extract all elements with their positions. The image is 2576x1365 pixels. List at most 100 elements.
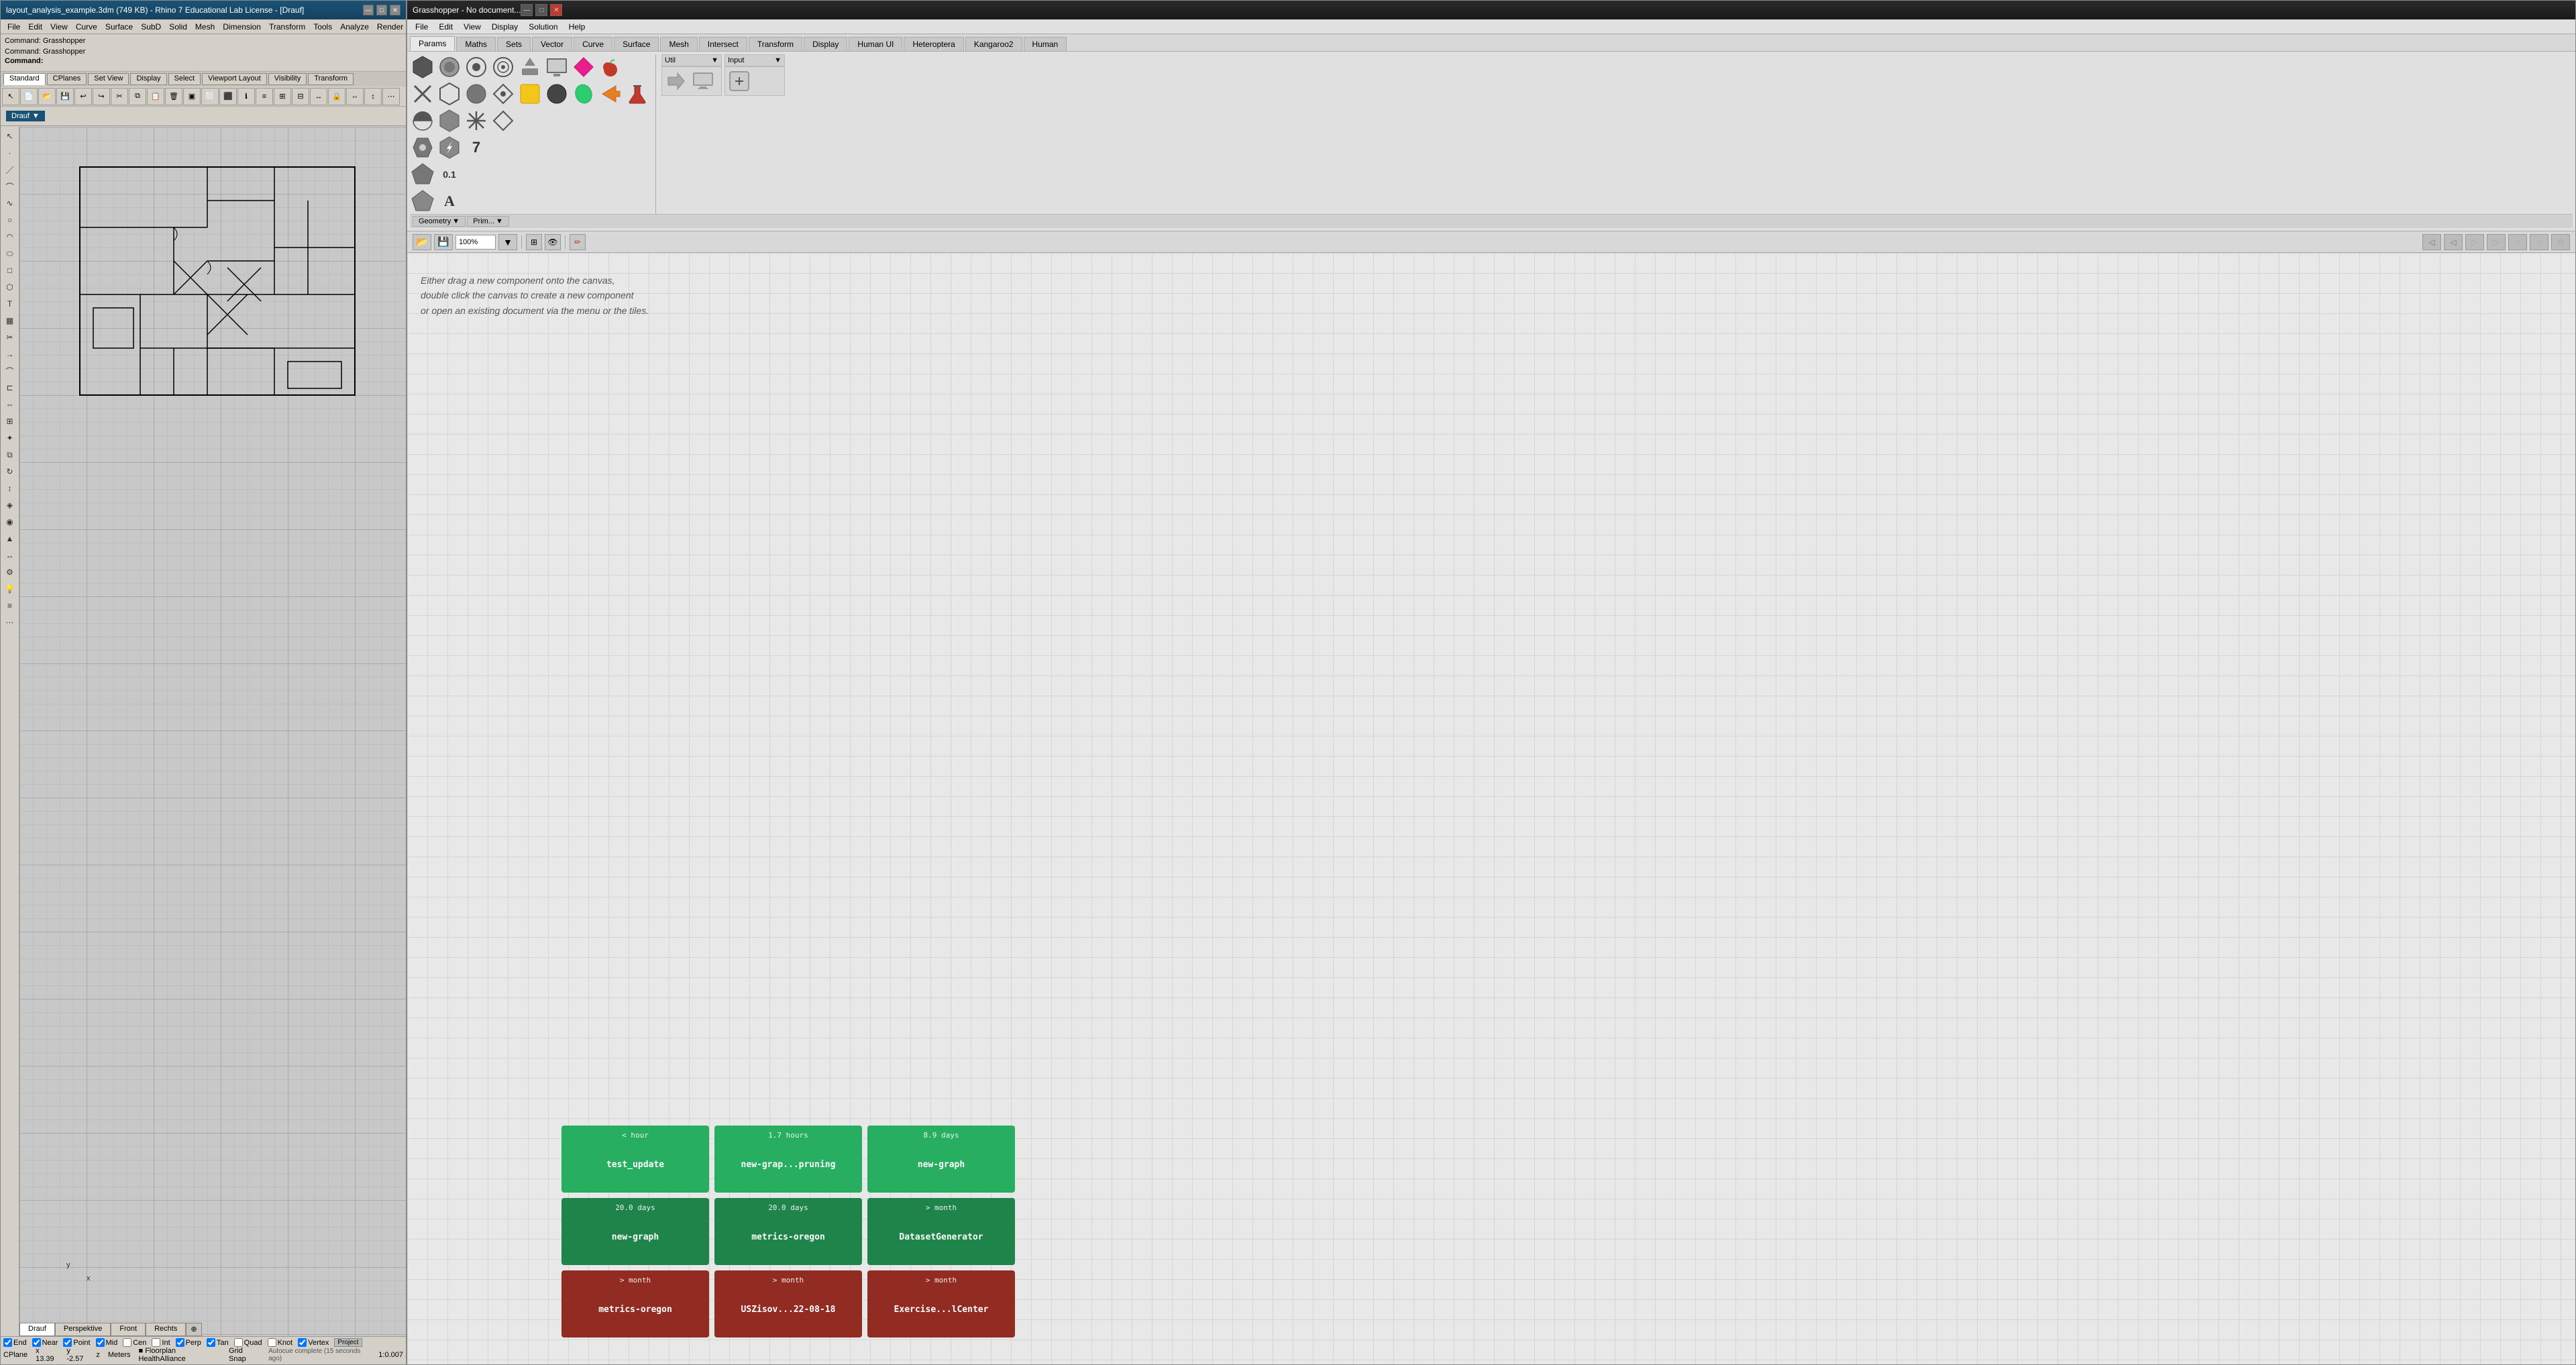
viewport-tab-drauf[interactable]: Drauf	[19, 1323, 55, 1336]
left-tool-mirror[interactable]: ⇔	[2, 396, 18, 413]
gh-tab-mesh[interactable]: Mesh	[660, 37, 697, 51]
left-tool-mesh[interactable]: ▲	[2, 531, 18, 547]
gh-param-halfcircle-icon[interactable]	[410, 108, 435, 133]
gh-tile-new-graph2[interactable]: 20.0 days new-graph	[561, 1198, 709, 1265]
gh-nav-back2-btn[interactable]: ◁	[2444, 234, 2463, 250]
project-btn[interactable]: Project	[334, 1338, 362, 1347]
gh-minimize-btn[interactable]: —	[521, 4, 533, 16]
gh-tab-human-ui[interactable]: Human UI	[849, 37, 902, 51]
gh-param-orange-arrow-icon[interactable]	[598, 81, 623, 107]
tool-scale[interactable]: ↕	[364, 88, 382, 105]
left-tool-text[interactable]: T	[2, 296, 18, 312]
rhino-command-prompt[interactable]: Command:	[5, 57, 402, 65]
gh-tab-sets[interactable]: Sets	[497, 37, 531, 51]
gh-canvas-save-btn[interactable]: 💾	[434, 234, 453, 250]
gh-param-pentagon2-icon[interactable]	[410, 188, 435, 214]
gh-param-display-icon[interactable]	[544, 54, 570, 80]
left-tool-circle[interactable]: ○	[2, 212, 18, 228]
rhino-close-btn[interactable]: ✕	[390, 5, 400, 15]
gh-nav-circle2-btn[interactable]: ○	[2530, 234, 2548, 250]
gh-param-circle1-icon[interactable]	[437, 54, 462, 80]
gh-zoom-input[interactable]	[455, 235, 496, 250]
rhino-menu-solid[interactable]: Solid	[165, 21, 191, 33]
gh-param-star-icon[interactable]	[464, 108, 489, 133]
gh-param-diamond-dot-icon[interactable]	[490, 81, 516, 107]
gh-param-hex-outline-icon[interactable]	[437, 81, 462, 107]
gh-param-circle-filled-icon[interactable]	[464, 81, 489, 107]
gh-tile-uszisov[interactable]: > month USZisov...22-08-18	[714, 1270, 862, 1337]
snap-quad[interactable]: Quad	[234, 1338, 262, 1347]
gh-param-berry-icon[interactable]	[598, 54, 623, 80]
snap-perp[interactable]: Perp	[176, 1338, 201, 1347]
snap-end[interactable]: End	[3, 1338, 27, 1347]
left-tool-select[interactable]: ↖	[2, 128, 18, 144]
tool-redo[interactable]: ↪	[93, 88, 110, 105]
gh-tab-transform[interactable]: Transform	[749, 37, 802, 51]
left-tool-copy[interactable]: ⧉	[2, 447, 18, 463]
gh-canvas-eraser-btn[interactable]: ✏	[570, 234, 586, 250]
left-tool-polygon[interactable]: ⬡	[2, 279, 18, 295]
gh-param-geo-icon[interactable]	[410, 54, 435, 80]
left-tool-point[interactable]: ·	[2, 145, 18, 161]
gh-tile-metrics-oregon2[interactable]: > month metrics-oregon	[561, 1270, 709, 1337]
gh-param-circle2-icon[interactable]	[464, 54, 489, 80]
snap-near-checkbox[interactable]	[32, 1338, 41, 1347]
gh-param-gear-icon[interactable]	[410, 135, 435, 160]
left-tool-render[interactable]: 💡	[2, 581, 18, 597]
left-tool-solid[interactable]: ◈	[2, 497, 18, 513]
snap-point-checkbox[interactable]	[63, 1338, 72, 1347]
rhino-menu-subd[interactable]: SubD	[137, 21, 165, 33]
gh-tile-exercise-center[interactable]: > month Exercise...lCenter	[867, 1270, 1015, 1337]
left-tool-rotate[interactable]: ↻	[2, 463, 18, 480]
snap-near[interactable]: Near	[32, 1338, 58, 1347]
gh-tab-kangaroo2[interactable]: Kangaroo2	[965, 37, 1022, 51]
left-tool-line[interactable]: ／	[2, 162, 18, 178]
left-tool-trim[interactable]: ✂	[2, 329, 18, 345]
viewport-tab-rechts[interactable]: Rechts	[146, 1323, 186, 1336]
rhino-menu-file[interactable]: File	[3, 21, 24, 33]
snap-end-checkbox[interactable]	[3, 1338, 12, 1347]
rhino-tab-visibility[interactable]: Visibility	[268, 73, 307, 85]
snap-point[interactable]: Point	[63, 1338, 90, 1347]
snap-cen-checkbox[interactable]	[123, 1338, 131, 1347]
gh-param-text-a-icon[interactable]: A	[437, 188, 462, 214]
tool-more1[interactable]: ⋯	[382, 88, 400, 105]
tool-cursor[interactable]: ↖	[2, 88, 19, 105]
gh-tab-params[interactable]: Params	[410, 36, 455, 51]
gh-param-hex2-icon[interactable]	[437, 108, 462, 133]
rhino-menu-surface[interactable]: Surface	[101, 21, 137, 33]
rhino-menu-transform[interactable]: Transform	[265, 21, 309, 33]
gh-input-param-icon[interactable]	[727, 68, 752, 94]
tool-new[interactable]: 📄	[20, 88, 38, 105]
snap-tan[interactable]: Tan	[207, 1338, 229, 1347]
gh-param-green-leaf-icon[interactable]	[571, 81, 596, 107]
gh-tile-test-update[interactable]: < hour test_update	[561, 1126, 709, 1193]
rhino-menu-dimension[interactable]: Dimension	[219, 21, 265, 33]
rhino-menu-analyze[interactable]: Analyze	[336, 21, 373, 33]
rhino-tab-viewportlayout[interactable]: Viewport Layout	[202, 73, 267, 85]
gh-param-yellow-icon[interactable]	[517, 81, 543, 107]
gh-tab-human[interactable]: Human	[1024, 37, 1067, 51]
left-tool-layer[interactable]: ≡	[2, 598, 18, 614]
snap-quad-checkbox[interactable]	[234, 1338, 243, 1347]
gh-zoom-dropdown-btn[interactable]: ▼	[498, 234, 517, 250]
gh-canvas[interactable]: Either drag a new component onto the can…	[407, 253, 2575, 1364]
rhino-viewport-area[interactable]: y x	[19, 127, 406, 1336]
left-tool-surface[interactable]: ◉	[2, 514, 18, 530]
gh-tab-display[interactable]: Display	[804, 37, 847, 51]
gh-tab-maths[interactable]: Maths	[456, 37, 496, 51]
gh-nav-circle1-btn[interactable]: ○	[2508, 234, 2527, 250]
gh-canvas-open-btn[interactable]: 📂	[413, 234, 431, 250]
snap-mid[interactable]: Mid	[96, 1338, 118, 1347]
gh-tab-intersect[interactable]: Intersect	[699, 37, 747, 51]
rhino-menu-mesh[interactable]: Mesh	[191, 21, 219, 33]
gh-canvas-fit-btn[interactable]: ⊞	[526, 234, 542, 250]
gh-param-flask-icon[interactable]	[625, 81, 650, 107]
rhino-tab-cplanes[interactable]: CPlanes	[47, 73, 87, 85]
gh-tile-new-graph1[interactable]: 8.9 days new-graph	[867, 1126, 1015, 1193]
gh-param-target-icon[interactable]	[490, 54, 516, 80]
snap-perp-checkbox[interactable]	[176, 1338, 184, 1347]
gh-tab-surface[interactable]: Surface	[614, 37, 659, 51]
gh-prim-tab[interactable]: Prim... ▼	[467, 216, 509, 227]
rhino-tab-standard[interactable]: Standard	[3, 73, 46, 85]
